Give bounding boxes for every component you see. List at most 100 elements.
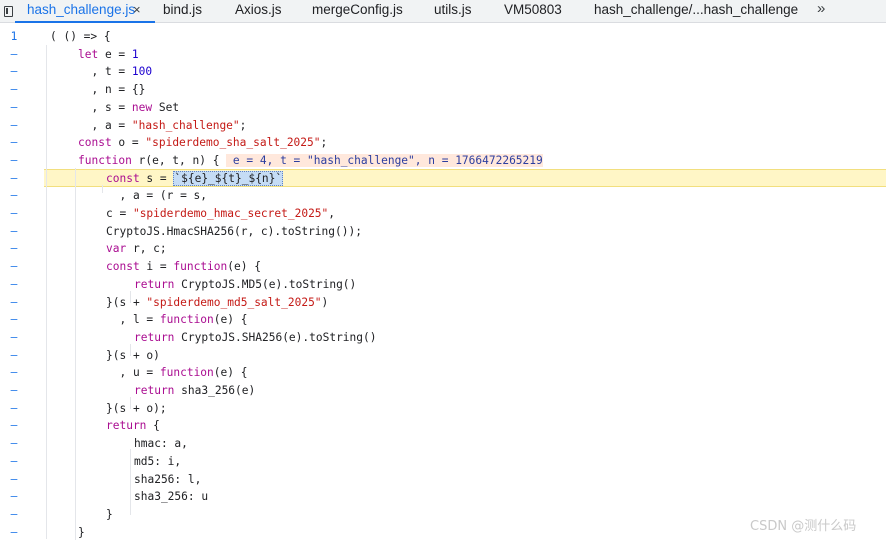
- line-number-gutter[interactable]: –: [0, 117, 28, 135]
- code-token: "spiderdemo_hmac_secret_2025": [132, 207, 329, 220]
- code-line[interactable]: – , t = 100: [0, 63, 886, 81]
- code-line[interactable]: – CryptoJS.HmacSHA256(r, c).toString());: [0, 223, 886, 241]
- line-number-gutter[interactable]: –: [0, 506, 28, 524]
- line-number-gutter[interactable]: –: [0, 329, 28, 347]
- code-text: }: [78, 524, 85, 540]
- tab-mergeconfig-js[interactable]: mergeConfig.js: [312, 0, 403, 22]
- code-text: function r(e, t, n) { e = 4, t = "hash_c…: [78, 152, 543, 170]
- csdn-watermark: CSDN @测什么码: [750, 519, 857, 534]
- line-number-gutter[interactable]: –: [0, 364, 28, 382]
- code-token: }(s + o);: [106, 401, 167, 415]
- code-line[interactable]: – c = "spiderdemo_hmac_secret_2025",: [0, 205, 886, 223]
- code-line[interactable]: – }(s + o);: [0, 400, 886, 418]
- close-icon[interactable]: ×: [133, 0, 141, 22]
- line-number-gutter[interactable]: –: [0, 46, 28, 64]
- line-number-gutter[interactable]: –: [0, 99, 28, 117]
- code-line[interactable]: – , n = {}: [0, 81, 886, 99]
- line-number-gutter[interactable]: –: [0, 187, 28, 205]
- code-line[interactable]: – const o = "spiderdemo_sha_salt_2025";: [0, 134, 886, 152]
- code-token: CryptoJS.MD5(e).toString(): [174, 277, 357, 291]
- code-line[interactable]: – , a = "hash_challenge";: [0, 117, 886, 135]
- code-token: "spiderdemo_sha_salt_2025": [145, 136, 321, 150]
- code-text: , n = {}: [78, 81, 145, 99]
- code-token: sha3_256: u: [134, 490, 209, 504]
- code-line[interactable]: –}(s + o): [0, 347, 886, 365]
- line-number-gutter[interactable]: –: [0, 170, 28, 188]
- code-token: c =: [106, 207, 133, 220]
- line-number-gutter[interactable]: –: [0, 134, 28, 152]
- line-number-gutter[interactable]: –: [0, 205, 28, 223]
- code-line[interactable]: 1 ( () => {: [0, 28, 886, 46]
- code-line[interactable]: – const s = `${e}_${t}_${n}`: [0, 170, 886, 188]
- line-number-gutter[interactable]: –: [0, 453, 28, 471]
- code-line[interactable]: – return CryptoJS.MD5(e).toString(): [0, 276, 886, 294]
- code-token: (e) {: [227, 260, 261, 274]
- code-token: function: [78, 153, 132, 167]
- line-number-gutter[interactable]: –: [0, 524, 28, 540]
- tab-hash-challenge-js[interactable]: hash_challenge.js: [14, 0, 156, 23]
- code-line[interactable]: – , l = function(e) {: [0, 311, 886, 329]
- code-line[interactable]: – sha3_256: u: [0, 488, 886, 506]
- line-number-gutter[interactable]: 1: [0, 28, 28, 46]
- code-line[interactable]: – , a = (r = s,: [0, 187, 886, 205]
- more-tabs-chevron-icon[interactable]: »: [817, 0, 825, 22]
- code-line[interactable]: – }(s + "spiderdemo_md5_salt_2025"): [0, 294, 886, 312]
- code-token: return: [106, 419, 147, 433]
- code-token: }(s +: [106, 295, 147, 309]
- line-number-gutter[interactable]: –: [0, 347, 28, 365]
- tab-utils-js[interactable]: utils.js: [434, 0, 472, 22]
- tab-hash-challenge-page[interactable]: hash_challenge/...hash_challenge: [594, 0, 798, 22]
- code-text: c = "spiderdemo_hmac_secret_2025",: [106, 205, 335, 223]
- code-token: }: [78, 525, 85, 539]
- line-number-gutter[interactable]: –: [0, 311, 28, 329]
- code-line[interactable]: – return sha3_256(e): [0, 382, 886, 400]
- code-line[interactable]: – let e = 1: [0, 46, 886, 64]
- line-number-gutter[interactable]: –: [0, 223, 28, 241]
- line-number-gutter[interactable]: –: [0, 400, 28, 418]
- line-number-gutter[interactable]: –: [0, 152, 28, 170]
- line-number-gutter[interactable]: –: [0, 276, 28, 294]
- line-number-gutter[interactable]: –: [0, 258, 28, 276]
- code-text: sha3_256: u: [134, 488, 208, 506]
- line-number-gutter[interactable]: –: [0, 240, 28, 258]
- code-editor[interactable]: 1( () => {– let e = 1– , t = 100– , n = {…: [0, 23, 886, 540]
- code-token: function: [173, 260, 228, 274]
- line-number-gutter[interactable]: –: [0, 294, 28, 312]
- code-line[interactable]: – , s = new Set: [0, 99, 886, 117]
- tab-vm50803[interactable]: VM50803: [504, 0, 562, 22]
- code-text: , a = (r = s,: [106, 187, 207, 205]
- line-number-gutter[interactable]: –: [0, 435, 28, 453]
- code-line[interactable]: – md5: i,: [0, 453, 886, 471]
- sidebar-toggle-icon: [3, 5, 13, 17]
- code-text: , a = "hash_challenge";: [78, 117, 246, 135]
- code-text: CryptoJS.HmacSHA256(r, c).toString());: [106, 223, 362, 241]
- code-line[interactable]: – const i = function(e) {: [0, 258, 886, 276]
- line-number-gutter[interactable]: –: [0, 382, 28, 400]
- code-line[interactable]: – return CryptoJS.SHA256(e).toString(): [0, 329, 886, 347]
- code-text: }(s + o);: [106, 400, 167, 418]
- code-text: ( () => {: [50, 28, 111, 46]
- code-text: }(s + "spiderdemo_md5_salt_2025"): [106, 294, 328, 312]
- code-line[interactable]: – , u = function(e) {: [0, 364, 886, 382]
- line-number-gutter[interactable]: –: [0, 488, 28, 506]
- code-token: , t =: [78, 65, 132, 79]
- tab-axios-js[interactable]: Axios.js: [235, 0, 282, 22]
- code-line[interactable]: – var r, c;: [0, 240, 886, 258]
- code-token: sha3_256(e): [174, 384, 256, 397]
- code-token: ,: [328, 207, 336, 220]
- toggle-navigator-button[interactable]: [0, 0, 16, 22]
- editor-tab-strip: hash_challenge.js × bind.js Axios.js mer…: [0, 0, 886, 23]
- code-line[interactable]: – function r(e, t, n) { e = 4, t = "hash_…: [0, 152, 886, 170]
- code-token: ;: [239, 118, 247, 132]
- line-number-gutter[interactable]: –: [0, 471, 28, 489]
- code-token: hmac: a,: [134, 437, 188, 451]
- code-token: "hash_challenge": [131, 118, 240, 132]
- code-line[interactable]: – sha256: l,: [0, 471, 886, 489]
- tab-bind-js[interactable]: bind.js: [163, 0, 202, 22]
- line-number-gutter[interactable]: –: [0, 63, 28, 81]
- line-number-gutter[interactable]: –: [0, 417, 28, 435]
- code-line[interactable]: – return {: [0, 417, 886, 435]
- code-line[interactable]: – hmac: a,: [0, 435, 886, 453]
- code-text: , u = function(e) {: [106, 364, 247, 382]
- line-number-gutter[interactable]: –: [0, 81, 28, 99]
